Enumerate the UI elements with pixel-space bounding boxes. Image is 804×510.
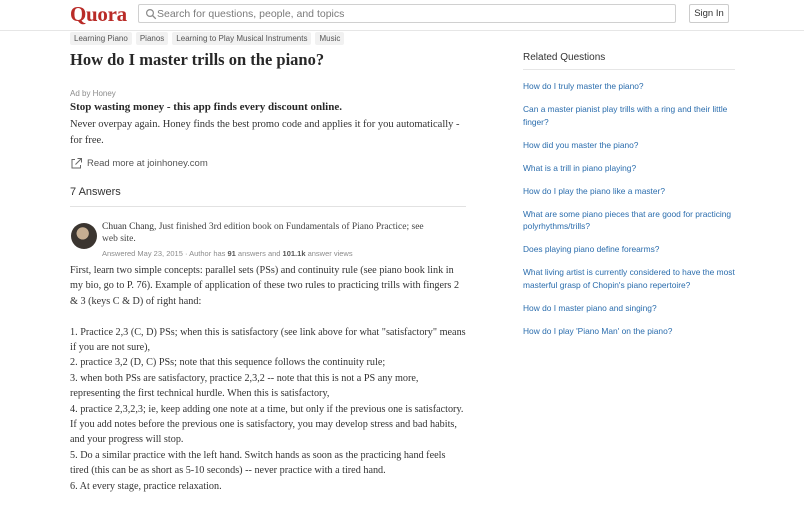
answer-meta: Answered May 23, 2015 · Author has 91 an… <box>102 249 353 258</box>
author-answer-count: 91 <box>227 249 236 258</box>
question-title: How do I master trills on the piano? <box>70 50 325 69</box>
divider <box>523 69 735 70</box>
meta-suffix-text: answer views <box>305 249 353 258</box>
search-box[interactable] <box>138 4 676 23</box>
topic-learning-instruments[interactable]: Learning to Play Musical Instruments <box>172 32 312 45</box>
topic-pianos[interactable]: Pianos <box>135 32 169 45</box>
related-question-link[interactable]: What living artist is currently consider… <box>523 266 735 291</box>
answer-paragraph: 1. Practice 2,3 (C, D) PSs; when this is… <box>70 326 466 354</box>
answer-paragraph: 3. when both PSs are satisfactory, pract… <box>70 372 419 400</box>
related-question-link[interactable]: How did you master the piano? <box>523 139 735 152</box>
answer-paragraph: First, learn two simple concepts: parall… <box>70 265 460 307</box>
ad-label: Ad by Honey <box>70 89 116 98</box>
topic-learning-piano[interactable]: Learning Piano <box>70 32 132 45</box>
related-question-link[interactable]: What is a trill in piano playing? <box>523 162 735 175</box>
answer-paragraph: 5. Do a similar practice with the left h… <box>70 449 446 477</box>
related-question-link[interactable]: How do I play 'Piano Man' on the piano? <box>523 325 735 338</box>
ad-headline[interactable]: Stop wasting money - this app finds ever… <box>70 101 342 113</box>
author-name[interactable]: Chuan Chang <box>102 222 154 232</box>
search-input[interactable] <box>157 5 657 22</box>
external-link-icon <box>71 157 82 168</box>
avatar[interactable] <box>71 223 97 249</box>
related-question-link[interactable]: How do I truly master the piano? <box>523 80 735 93</box>
topic-list: Learning Piano Pianos Learning to Play M… <box>70 32 345 45</box>
answers-count: 7 Answers <box>70 186 121 198</box>
author-credential: Chuan Chang, Just finished 3rd edition b… <box>102 222 427 245</box>
answer-paragraph: 4. practice 2,3,2,3; ie, keep adding one… <box>70 403 464 446</box>
sign-in-button[interactable]: Sign In <box>689 4 729 23</box>
related-questions-list: How do I truly master the piano? Can a m… <box>523 80 735 348</box>
ad-read-more-link[interactable]: Read more at joinhoney.com <box>70 156 208 170</box>
top-bar: Quora Sign In <box>0 0 804 31</box>
answer-paragraph: 2. practice 3,2 (D, C) PSs; note that th… <box>70 357 386 369</box>
related-question-link[interactable]: How do I master piano and singing? <box>523 302 735 315</box>
ad-body: Never overpay again. Honey finds the bes… <box>70 119 460 146</box>
author-view-count: 101.1k <box>282 249 306 258</box>
answer-paragraph: 6. At every stage, practice relaxation. <box>70 480 222 492</box>
related-questions-title: Related Questions <box>523 52 606 63</box>
related-question-link[interactable]: Can a master pianist play trills with a … <box>523 103 735 128</box>
related-question-link[interactable]: Does playing piano define forearms? <box>523 243 735 256</box>
related-question-link[interactable]: What are some piano pieces that are good… <box>523 208 735 233</box>
answer-body: First, learn two simple concepts: parall… <box>70 263 466 494</box>
meta-mid-text: answers and <box>235 249 283 258</box>
answer-date: Answered May 23, 2015 · Author has <box>102 249 228 258</box>
divider <box>70 206 466 207</box>
related-question-link[interactable]: How do I play the piano like a master? <box>523 185 735 198</box>
quora-logo[interactable]: Quora <box>70 2 127 27</box>
search-icon <box>145 8 157 20</box>
topic-music[interactable]: Music <box>315 32 345 45</box>
ad-link-text: Read more at joinhoney.com <box>87 157 208 169</box>
